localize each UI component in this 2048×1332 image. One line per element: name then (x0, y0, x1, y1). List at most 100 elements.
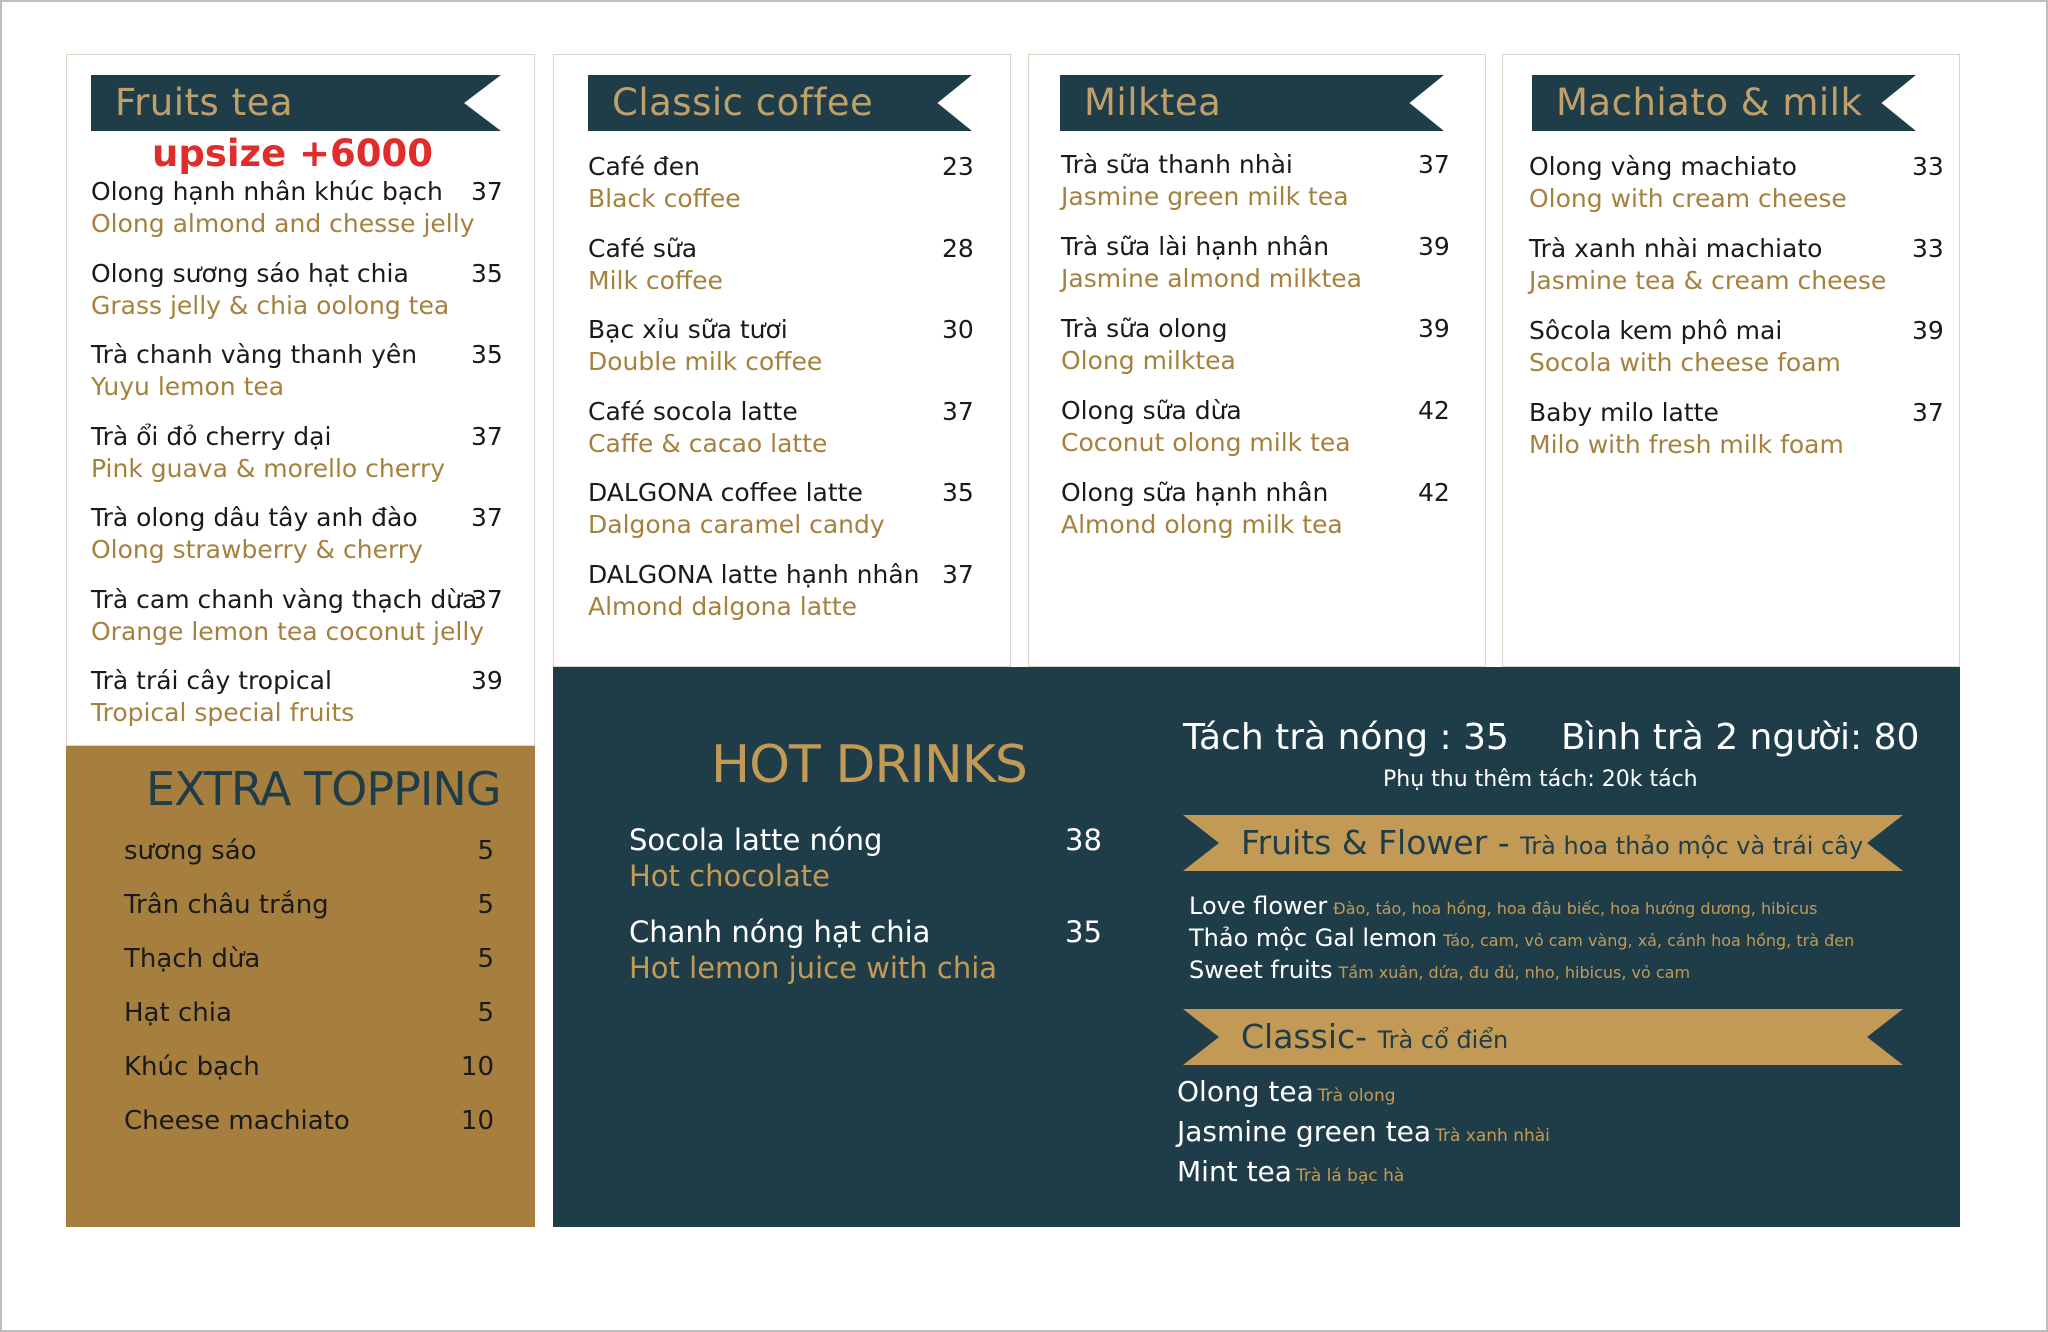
topping-name: Trân châu trắng (124, 890, 329, 920)
item-english-name: Jasmine almond milktea (1061, 264, 1362, 293)
topping-item: Trân châu trắng 5 (124, 890, 494, 920)
classic-coffee-ribbon: Classic coffee (588, 75, 972, 131)
menu-item: Trà ổi đỏ cherry dại Pink guava & morello… (91, 422, 503, 483)
item-english-name: Olong almond and chesse jelly (91, 209, 475, 238)
item-english-name: Dalgona caramel candy (588, 510, 885, 539)
item-price: 37 (942, 559, 974, 589)
item-english-name: Tropical special fruits (91, 698, 355, 727)
topping-item: Cheese machiato 10 (124, 1106, 494, 1136)
menu-item: Trà trái cây tropical Tropical special fr… (91, 666, 503, 727)
topping-item: sương sáo 5 (124, 836, 494, 866)
item-price: 37 (942, 396, 974, 426)
item-price: 33 (1912, 234, 1944, 263)
classic-tea-subtitle: Trà cổ điển (1377, 1026, 1509, 1054)
fruits-flower-line: Love flower Đào, táo, hoa hồng, hoa đậu b… (1189, 892, 1817, 920)
tea-description: Trà lá bạc hà (1295, 1166, 1405, 1186)
item-name: Trà sữa olong (1061, 314, 1228, 343)
tea-description: Tầm xuân, dứa, đu đủ, nho, hibicus, vỏ c… (1338, 963, 1691, 982)
upsize-note: upsize +6000 (152, 132, 434, 175)
menu-item: Olong vàng machiato Olong with cream chee… (1529, 152, 1944, 213)
classic-tea-label: Classic- (1241, 1017, 1378, 1056)
hot-drinks-title: HOT DRINKS (711, 735, 1028, 795)
menu-item: Olong sương sáo hạt chia Grass jelly & ch… (91, 259, 503, 320)
item-name: Baby milo latte (1529, 398, 1719, 427)
tea-name: Sweet fruits (1189, 956, 1333, 984)
tea-name: Mint tea (1177, 1155, 1292, 1188)
item-english-name: Olong milktea (1061, 346, 1236, 375)
item-name: Trà cam chanh vàng thạch dừa (91, 584, 478, 614)
item-price: 42 (1418, 396, 1450, 425)
menu-item: Olong sữa hạnh nhân Almond olong milk tea… (1061, 478, 1450, 539)
extra-topping-title: EXTRA TOPPING (146, 762, 501, 816)
menu-item: DALGONA coffee latte Dalgona caramel cand… (588, 478, 974, 539)
topping-price: 5 (477, 998, 494, 1028)
item-english-name: Almond dalgona latte (588, 591, 858, 621)
topping-price: 5 (477, 890, 494, 920)
topping-name: Hạt chia (124, 998, 232, 1028)
topping-price: 5 (477, 836, 494, 866)
item-price: 35 (471, 258, 503, 288)
fruits-flower-title: Fruits & Flower - Trà hoa thảo mộc và tr… (1241, 823, 1863, 862)
tea-description: Đào, táo, hoa hồng, hoa đậu biếc, hoa hư… (1333, 899, 1818, 918)
menu-item: Trà chanh vàng thanh yên Yuyu lemon tea 35 (91, 340, 503, 401)
menu-item: Trà cam chanh vàng thạch dừa Orange lemon… (91, 584, 503, 646)
item-english-name: Caffe & cacao latte (588, 428, 828, 458)
topping-name: Cheese machiato (124, 1106, 350, 1136)
tea-description: Táo, cam, vỏ cam vàng, xả, cánh hoa hồng… (1443, 931, 1855, 950)
item-price: 30 (942, 315, 974, 344)
item-english-name: Milk coffee (588, 265, 723, 295)
item-english-name: Orange lemon tea coconut jelly (91, 616, 485, 646)
hot-drink-price: 38 (1065, 823, 1102, 857)
item-price: 37 (471, 503, 503, 532)
item-english-name: Pink guava & morello cherry (91, 453, 446, 483)
hot-drink-name: Socola latte nóng (629, 823, 883, 857)
item-name: Sôcola kem phô mai (1529, 316, 1783, 345)
extra-topping-panel: EXTRA TOPPING sương sáo 5 Trân châu trắng 5… (66, 746, 535, 1227)
item-price: 37 (1912, 398, 1944, 427)
menu-item: Trà sữa olong Olong milktea 39 (1061, 314, 1450, 375)
item-price: 39 (1418, 232, 1450, 261)
fruits-flower-subtitle: Trà hoa thảo mộc và trái cây (1520, 832, 1864, 860)
item-price: 35 (471, 340, 503, 369)
item-english-name: Milo with fresh milk foam (1529, 430, 1844, 459)
topping-name: Khúc bạch (124, 1052, 260, 1082)
item-price: 37 (471, 421, 503, 451)
item-name: Trà xanh nhài machiato (1529, 234, 1823, 263)
classic-tea-band: Classic- Trà cổ điển (1183, 1009, 1903, 1065)
menu-item: Trà olong dâu tây anh đào Olong strawberr… (91, 503, 503, 564)
machiato-title: Machiato & milk (1556, 81, 1863, 124)
item-english-name: Black coffee (588, 184, 741, 213)
topping-item: Hạt chia 5 (124, 998, 494, 1028)
item-name: Café đen (588, 152, 700, 181)
item-name: Olong hạnh nhân khúc bạch (91, 177, 443, 206)
menu-item: DALGONA latte hạnh nhân Almond dalgona la… (588, 560, 974, 621)
menu-item: Olong hạnh nhân khúc bạch Olong almond an… (91, 177, 503, 238)
topping-price: 10 (460, 1106, 494, 1136)
item-price: 28 (942, 233, 974, 263)
topping-item: Thạch dừa 5 (124, 944, 494, 974)
topping-item: Khúc bạch 10 (124, 1052, 494, 1082)
item-price: 37 (471, 177, 503, 206)
fruits-tea-ribbon: Fruits tea (91, 75, 501, 131)
item-english-name: Yuyu lemon tea (91, 372, 285, 401)
menu-item: Café socola latte Caffe & cacao latte 37 (588, 397, 974, 458)
item-name: Trà trái cây tropical (91, 666, 332, 695)
item-english-name: Olong strawberry & cherry (91, 535, 423, 564)
item-english-name: Coconut olong milk tea (1061, 428, 1351, 457)
milktea-title: Milktea (1084, 81, 1222, 124)
fruits-tea-title: Fruits tea (115, 81, 294, 124)
item-english-name: Socola with cheese foam (1529, 348, 1841, 377)
tea-description: Trà xanh nhài (1435, 1126, 1550, 1146)
tea-description: Trà olong (1317, 1086, 1396, 1106)
hot-drink-item: Socola latte nóng Hot chocolate 38 (629, 823, 1102, 893)
classic-tea-line: Jasmine green tea Trà xanh nhài (1177, 1115, 1550, 1148)
hot-drink-item: Chanh nóng hạt chia Hot lemon juice with … (629, 915, 1102, 985)
tach-tra-price: Tách trà nóng : 35 (1183, 717, 1509, 758)
surcharge-note: Phụ thu thêm tách: 20k tách (1383, 767, 1698, 792)
classic-tea-title: Classic- Trà cổ điển (1241, 1017, 1508, 1056)
classic-tea-line: Olong tea Trà olong (1177, 1075, 1396, 1108)
topping-name: Thạch dừa (124, 944, 261, 974)
item-price: 35 (942, 478, 974, 507)
menu-item: Baby milo latte Milo with fresh milk foam… (1529, 398, 1944, 459)
item-price: 39 (1912, 316, 1944, 345)
